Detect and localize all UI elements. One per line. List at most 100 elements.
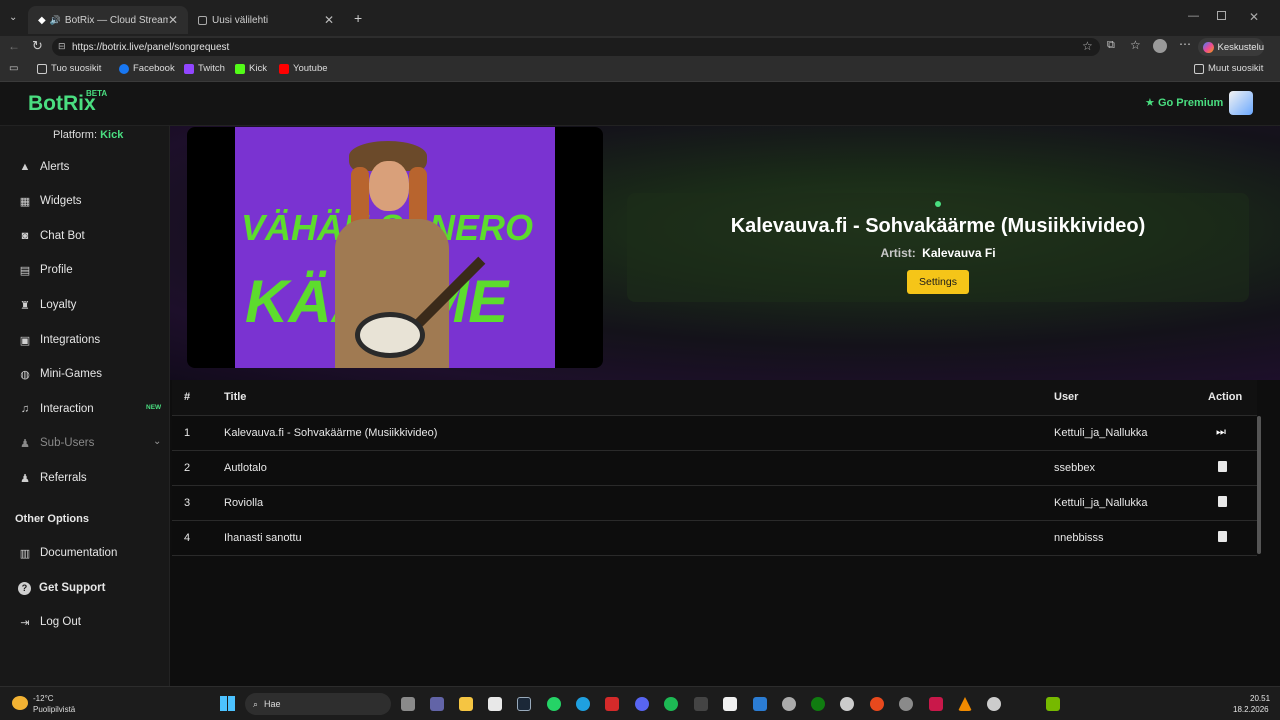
table-row: 4 Ihanasti sanottu nnebbisss — [172, 521, 1257, 556]
sidebar-item-sub-users[interactable]: ♟ Sub-Users ⌄ — [0, 428, 170, 458]
favorites-icon[interactable]: ☆ — [1130, 38, 1141, 52]
vlc-icon[interactable] — [958, 697, 972, 711]
steam-icon[interactable] — [517, 697, 531, 711]
gear-icon[interactable] — [899, 697, 913, 711]
whatsapp-icon[interactable] — [547, 697, 561, 711]
bookmark-kick[interactable]: Kick — [235, 63, 267, 74]
sidebar-item-interaction[interactable]: ♫ Interaction NEW — [0, 394, 170, 424]
back-arrow-icon[interactable]: ← — [8, 39, 20, 53]
row-user: ssebbex — [1054, 462, 1095, 474]
red-app-icon[interactable] — [929, 697, 943, 711]
g-app-icon[interactable] — [694, 697, 708, 711]
spotify-icon[interactable] — [664, 697, 678, 711]
sidebar-item-alerts[interactable]: ▲ Alerts — [0, 152, 170, 182]
youtube-icon — [279, 63, 289, 74]
trash-icon[interactable] — [1218, 496, 1227, 507]
edge-icon[interactable] — [576, 697, 590, 711]
row-title: Roviolla — [224, 497, 264, 509]
close-tab-icon[interactable]: ✕ — [324, 13, 334, 27]
table-row: 3 Roviolla Kettuli_ja_Nallukka — [172, 486, 1257, 521]
steelseries-icon[interactable] — [987, 697, 1001, 711]
sidebar-item-loyalty[interactable]: ♜ Loyalty — [0, 290, 170, 320]
weather-icon[interactable] — [12, 696, 28, 710]
file-explorer-icon[interactable] — [459, 697, 473, 711]
other-bookmarks[interactable]: Muut suosikit — [1194, 63, 1263, 74]
table-scrollbar[interactable] — [1257, 416, 1261, 554]
new-tab-plus-icon[interactable]: + — [354, 10, 362, 26]
profile-avatar-icon[interactable] — [1153, 39, 1167, 53]
copilot-icon — [1203, 41, 1214, 53]
favorite-star-icon[interactable]: ☆ — [1082, 39, 1093, 53]
bookmark-twitch[interactable]: Twitch — [184, 63, 225, 74]
row-title: Kalevauva.fi - Sohvakäärme (Musiikkivide… — [224, 427, 438, 439]
settings-gear-icon[interactable] — [782, 697, 796, 711]
weather-temp: -12°C — [33, 694, 54, 703]
copilot-button[interactable]: Keskustelu — [1198, 38, 1264, 56]
user-avatar[interactable] — [1229, 91, 1253, 115]
app-header: BotRix BETA ★ Go Premium — [0, 82, 1280, 126]
settings-button[interactable]: Settings — [907, 270, 969, 294]
tab-title: BotRix — Cloud Streaming Bo — [64, 14, 168, 26]
other-options-heading: Other Options — [15, 513, 89, 525]
star-icon: ★ — [1145, 97, 1155, 109]
mail-icon[interactable] — [753, 697, 767, 711]
sidebar-item-log-out[interactable]: ⇥ Log Out — [0, 607, 170, 637]
more-menu-icon[interactable]: ⋯ — [1179, 37, 1191, 51]
sidebar-item-chat-bot[interactable]: ◙ Chat Bot — [0, 221, 170, 251]
tab-new[interactable]: Uusi välilehti ✕ — [188, 6, 344, 34]
table-row: 2 Autlotalo ssebbex — [172, 451, 1257, 486]
users-icon: ♟ — [20, 472, 30, 485]
tab-botrix[interactable]: ◆ 🔊 BotRix — Cloud Streaming Bo ✕ — [28, 6, 188, 34]
video-player[interactable]: VÄHÄN SANERO KÄÄRME — [187, 127, 603, 368]
sidebar-item-profile[interactable]: ▤ Profile — [0, 255, 170, 285]
sidebar-item-integrations[interactable]: ▣ Integrations — [0, 325, 170, 355]
nvidia-icon[interactable] — [1046, 697, 1060, 711]
row-title: Autlotalo — [224, 462, 267, 474]
robot-icon: ◙ — [21, 230, 29, 242]
store-icon[interactable] — [488, 697, 502, 711]
taskbar-search[interactable]: ⌕ Hae — [245, 693, 391, 715]
extensions-icon[interactable]: ⧉ — [1107, 39, 1115, 52]
minimize-icon[interactable]: — — [1188, 10, 1199, 22]
go-premium-button[interactable]: ★ Go Premium — [1145, 96, 1223, 109]
teams-icon[interactable] — [430, 697, 444, 711]
trash-icon[interactable] — [1218, 461, 1227, 472]
kick-icon — [235, 63, 245, 74]
tab-list-chevron-icon[interactable]: ⌄ — [9, 12, 17, 23]
banjo-body — [355, 312, 425, 358]
sidebar-item-widgets[interactable]: ▦ Widgets — [0, 186, 170, 216]
l-app-icon[interactable] — [605, 697, 619, 711]
sidebar-item-documentation[interactable]: ▥ Documentation — [0, 538, 170, 568]
clock-date[interactable]: 18.2.2026 — [1233, 705, 1269, 714]
discord-icon[interactable] — [635, 697, 649, 711]
brave-icon[interactable] — [870, 697, 884, 711]
sidebar-item-get-support[interactable]: ? Get Support — [0, 573, 170, 603]
close-tab-icon[interactable]: ✕ — [168, 13, 178, 27]
clock-time[interactable]: 20.51 — [1250, 694, 1270, 703]
row-num: 2 — [184, 462, 191, 474]
row-num: 1 — [184, 427, 191, 439]
maximize-icon[interactable] — [1217, 11, 1226, 20]
task-view-icon[interactable] — [401, 697, 415, 711]
search-icon: ⌕ — [253, 698, 259, 709]
close-window-icon[interactable]: ✕ — [1249, 10, 1259, 24]
now-playing-card: Kalevauva.fi - Sohvakäärme (Musiikkivide… — [627, 193, 1249, 302]
reading-view-icon[interactable]: ▭ — [9, 63, 18, 74]
search-placeholder: Hae — [264, 699, 281, 709]
document-icon[interactable] — [723, 697, 737, 711]
windows-start-icon[interactable] — [220, 696, 235, 711]
trash-icon[interactable] — [1218, 531, 1227, 542]
platform-indicator: Platform: Kick — [53, 129, 123, 141]
status-dot — [935, 201, 941, 207]
bookmark-facebook[interactable]: Facebook — [119, 63, 175, 74]
xbox-icon[interactable] — [811, 697, 825, 711]
sidebar-item-referrals[interactable]: ♟ Referrals — [0, 463, 170, 493]
bookmark-youtube[interactable]: Youtube — [279, 63, 328, 74]
skip-icon[interactable]: ⏭ — [1216, 426, 1226, 439]
book-icon: ▥ — [19, 547, 31, 560]
bookmark-import[interactable]: Tuo suosikit — [37, 63, 101, 74]
url-field[interactable]: ⊟ https://botrix.live/panel/songrequest … — [52, 38, 1100, 56]
sidebar-item-mini-games[interactable]: ◍ Mini-Games — [0, 359, 170, 389]
reload-icon[interactable]: ↻ — [32, 38, 43, 54]
obs-icon[interactable] — [840, 697, 854, 711]
